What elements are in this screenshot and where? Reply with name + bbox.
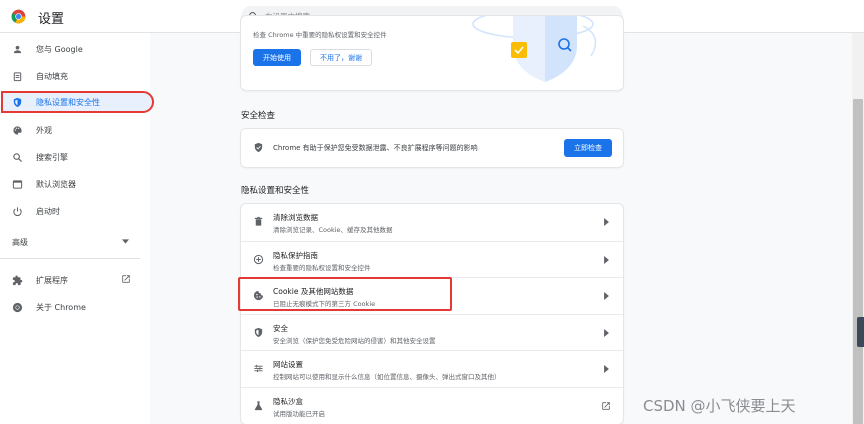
row-clear-browsing-data[interactable]: 清除浏览数据 清除浏览记录、Cookie、缓存及其他数据: [241, 204, 623, 241]
sidebar-item-label: 自动填充: [36, 72, 68, 81]
dismiss-button[interactable]: 不用了，谢谢: [310, 49, 372, 66]
sidebar-item-label: 扩展程序: [36, 276, 68, 285]
trash-icon: [254, 216, 263, 226]
sidebar-item-label: 启动时: [36, 207, 60, 216]
sidebar-item-label: 搜索引擎: [36, 153, 68, 162]
search-icon: [13, 153, 23, 163]
side-panel-handle[interactable]: [857, 317, 864, 347]
page-title: 设置: [38, 12, 65, 27]
safety-check-heading: 安全检查: [241, 111, 276, 121]
chrome-logo-icon: [11, 9, 26, 24]
row-subtitle: 试用版功能已开启: [273, 409, 325, 418]
sidebar-item-autofill[interactable]: 自动填充: [0, 65, 150, 87]
browser-icon: [12, 180, 23, 189]
row-subtitle: 检查重要的隐私权设置和安全控件: [273, 263, 371, 272]
open-in-new-icon[interactable]: [121, 274, 131, 284]
person-icon: [13, 45, 22, 54]
cookie-icon: [253, 290, 264, 301]
sidebar-item-on-startup[interactable]: 启动时: [0, 200, 150, 222]
sidebar-item-privacy-security[interactable]: 隐私设置和安全性: [1, 91, 154, 113]
add-circle-icon: [253, 254, 264, 264]
open-in-new-icon: [602, 401, 610, 410]
sidebar-item-label: 您与 Google: [36, 45, 83, 54]
row-cookies-site-data[interactable]: Cookie 及其他网站数据 已阻止无痕模式下的第三方 Cookie: [241, 277, 623, 314]
row-subtitle: 已阻止无痕模式下的第三方 Cookie: [273, 300, 376, 308]
sidebar-item-label: 关于 Chrome: [36, 303, 86, 312]
sidebar-item-label: 隐私设置和安全性: [36, 98, 100, 107]
sidebar-advanced-toggle[interactable]: 高级: [12, 237, 28, 248]
row-privacy-guide[interactable]: 隐私保护指南 检查重要的隐私权设置和安全控件: [241, 240, 623, 278]
palette-icon: [13, 126, 22, 135]
sidebar-item-about-chrome[interactable]: 关于 Chrome: [0, 296, 150, 318]
row-security[interactable]: 安全 安全浏览（保护您免受危险网站的侵害）和其他安全设置: [241, 313, 623, 351]
privacy-security-card: 清除浏览数据 清除浏览记录、Cookie、缓存及其他数据 隐私保护指南 检查重要…: [241, 204, 623, 424]
sidebar: 您与 Google 自动填充 隐私设置和安全性 外观 搜索引擎 默认浏览器 启动…: [0, 33, 154, 424]
puzzle-icon: [12, 275, 23, 286]
row-title: 隐私保护指南: [273, 250, 318, 260]
sidebar-item-appearance[interactable]: 外观: [0, 119, 150, 141]
row-title: 网站设置: [273, 360, 303, 369]
safety-check-text: Chrome 有助于保护您免受数据泄露、不良扩展程序等问题的影响: [273, 144, 478, 152]
privacy-guide-promo-card: 检查 Chrome 中重要的隐私权设置和安全控件 开始使用 不用了，谢谢: [241, 16, 623, 90]
promo-text: 检查 Chrome 中重要的隐私权设置和安全控件: [253, 31, 387, 39]
sidebar-item-label: 默认浏览器: [36, 180, 76, 189]
chevron-right-icon: [604, 328, 609, 337]
watermark: CSDN @小飞侠要上天: [643, 397, 796, 415]
row-site-settings[interactable]: 网站设置 控制网站可以使用和显示什么信息（如位置信息、摄像头、弹出式窗口及其他）: [241, 350, 623, 387]
sidebar-item-default-browser[interactable]: 默认浏览器: [0, 173, 150, 195]
row-subtitle: 清除浏览记录、Cookie、缓存及其他数据: [273, 226, 393, 234]
sliders-icon: [254, 364, 263, 373]
chevron-down-icon[interactable]: [122, 239, 129, 244]
chevron-right-icon: [604, 218, 609, 226]
chevron-right-icon: [604, 365, 609, 373]
chevron-right-icon: [604, 255, 609, 264]
clipboard-icon: [13, 72, 22, 82]
row-title: 安全: [273, 323, 288, 333]
sidebar-item-you-and-google[interactable]: 您与 Google: [0, 38, 150, 60]
shield-icon: [13, 97, 22, 108]
row-title: 清除浏览数据: [273, 213, 318, 222]
row-title: 隐私沙盒: [273, 396, 303, 406]
privacy-security-heading: 隐私设置和安全性: [241, 186, 310, 196]
row-subtitle: 安全浏览（保护您免受危险网站的侵害）和其他安全设置: [273, 336, 436, 345]
shield-check-icon: [254, 142, 263, 153]
safety-check-card: Chrome 有助于保护您免受数据泄露、不良扩展程序等问题的影响 立即检查: [241, 129, 623, 167]
shield-icon: [254, 327, 263, 337]
chrome-icon: [12, 302, 23, 313]
sidebar-item-label: 外观: [36, 126, 52, 135]
scrollbar-thumb[interactable]: [853, 99, 863, 424]
row-subtitle: 控制网站可以使用和显示什么信息（如位置信息、摄像头、弹出式窗口及其他）: [273, 373, 501, 381]
sidebar-item-search-engine[interactable]: 搜索引擎: [0, 146, 150, 168]
sidebar-divider: [0, 258, 140, 259]
chevron-right-icon: [604, 292, 609, 300]
check-now-button[interactable]: 立即检查: [564, 139, 612, 157]
row-privacy-sandbox[interactable]: 隐私沙盒 试用版功能已开启: [241, 386, 623, 424]
privacy-illustration-icon: [472, 16, 597, 82]
flask-icon: [254, 400, 263, 410]
power-icon: [13, 207, 22, 217]
row-title: Cookie 及其他网站数据: [273, 287, 354, 296]
start-button[interactable]: 开始使用: [253, 49, 301, 66]
